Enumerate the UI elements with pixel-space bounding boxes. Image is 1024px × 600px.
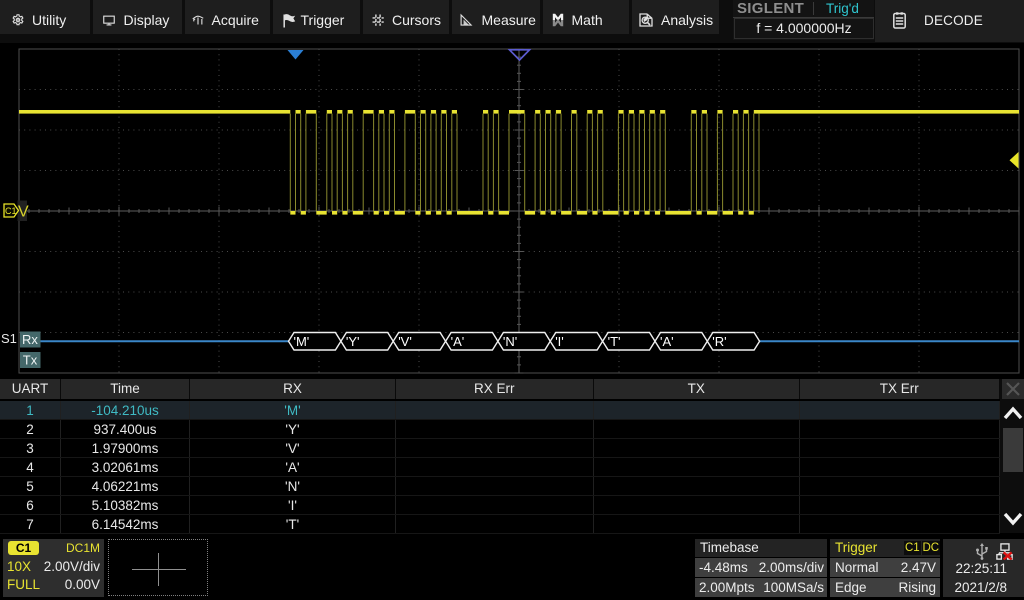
svg-text:S1: S1 [1, 331, 17, 346]
svg-text:'N': 'N' [503, 334, 517, 349]
svg-text:'M': 'M' [294, 334, 310, 349]
svg-text:'Y': 'Y' [346, 334, 360, 349]
svg-text:'T': 'T' [608, 334, 621, 349]
svg-text:'A': 'A' [660, 334, 674, 349]
svg-text:V: V [18, 204, 29, 221]
svg-text:Tx: Tx [23, 353, 38, 368]
svg-text:'V': 'V' [398, 334, 412, 349]
svg-text:C1: C1 [5, 206, 17, 216]
svg-text:'R': 'R' [712, 334, 726, 349]
svg-text:'A': 'A' [451, 334, 465, 349]
svg-text:'I': 'I' [555, 334, 564, 349]
svg-text:Rx: Rx [22, 332, 38, 347]
